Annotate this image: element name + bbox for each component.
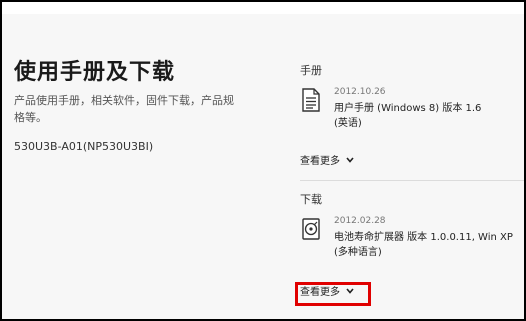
manual-date: 2012.10.26	[334, 87, 386, 97]
model-number: 530U3B-A01(NP530U3BI)	[14, 140, 154, 153]
download-item[interactable]: 2012.02.28 电池寿命扩展器 版本 1.0.0.11, Win XP (…	[300, 215, 524, 271]
resources-panel: 手册 2012.10.26 用户手册 (Windows 8) 版本 1.6 (英…	[300, 62, 524, 299]
support-intro: 使用手册及下载 产品使用手册，相关软件，固件下载，产品规格等。 530U3B-A…	[14, 58, 254, 153]
disc-icon	[302, 218, 320, 240]
download-name-line2: (多种语言)	[334, 247, 382, 258]
page-description: 产品使用手册，相关软件，固件下载，产品规格等。	[14, 94, 234, 124]
manual-name-line1[interactable]: 用户手册 (Windows 8) 版本 1.6	[334, 101, 524, 116]
download-name-line1[interactable]: 电池寿命扩展器 版本 1.0.0.11, Win XP	[334, 230, 524, 245]
download-meta: 2012.02.28 电池寿命扩展器 版本 1.0.0.11, Win XP (…	[334, 215, 524, 260]
manual-meta: 2012.10.26 用户手册 (Windows 8) 版本 1.6 (英语)	[334, 86, 524, 131]
top-bar	[2, 2, 524, 14]
manuals-see-more-button[interactable]: 查看更多	[300, 152, 354, 167]
manual-name-line2: (英语)	[334, 118, 362, 129]
see-more-label: 查看更多	[300, 156, 340, 167]
page-frame: 使用手册及下载 产品使用手册，相关软件，固件下载，产品规格等。 530U3B-A…	[2, 2, 524, 319]
document-icon	[302, 88, 320, 112]
downloads-section-label: 下载	[300, 193, 322, 206]
highlight-box	[295, 282, 371, 306]
manual-item[interactable]: 2012.10.26 用户手册 (Windows 8) 版本 1.6 (英语)	[300, 86, 524, 142]
page-title: 使用手册及下载	[14, 60, 176, 85]
download-date: 2012.02.28	[334, 216, 386, 226]
section-divider	[300, 180, 524, 181]
manuals-section-label: 手册	[300, 64, 322, 77]
chevron-down-icon	[346, 156, 354, 163]
